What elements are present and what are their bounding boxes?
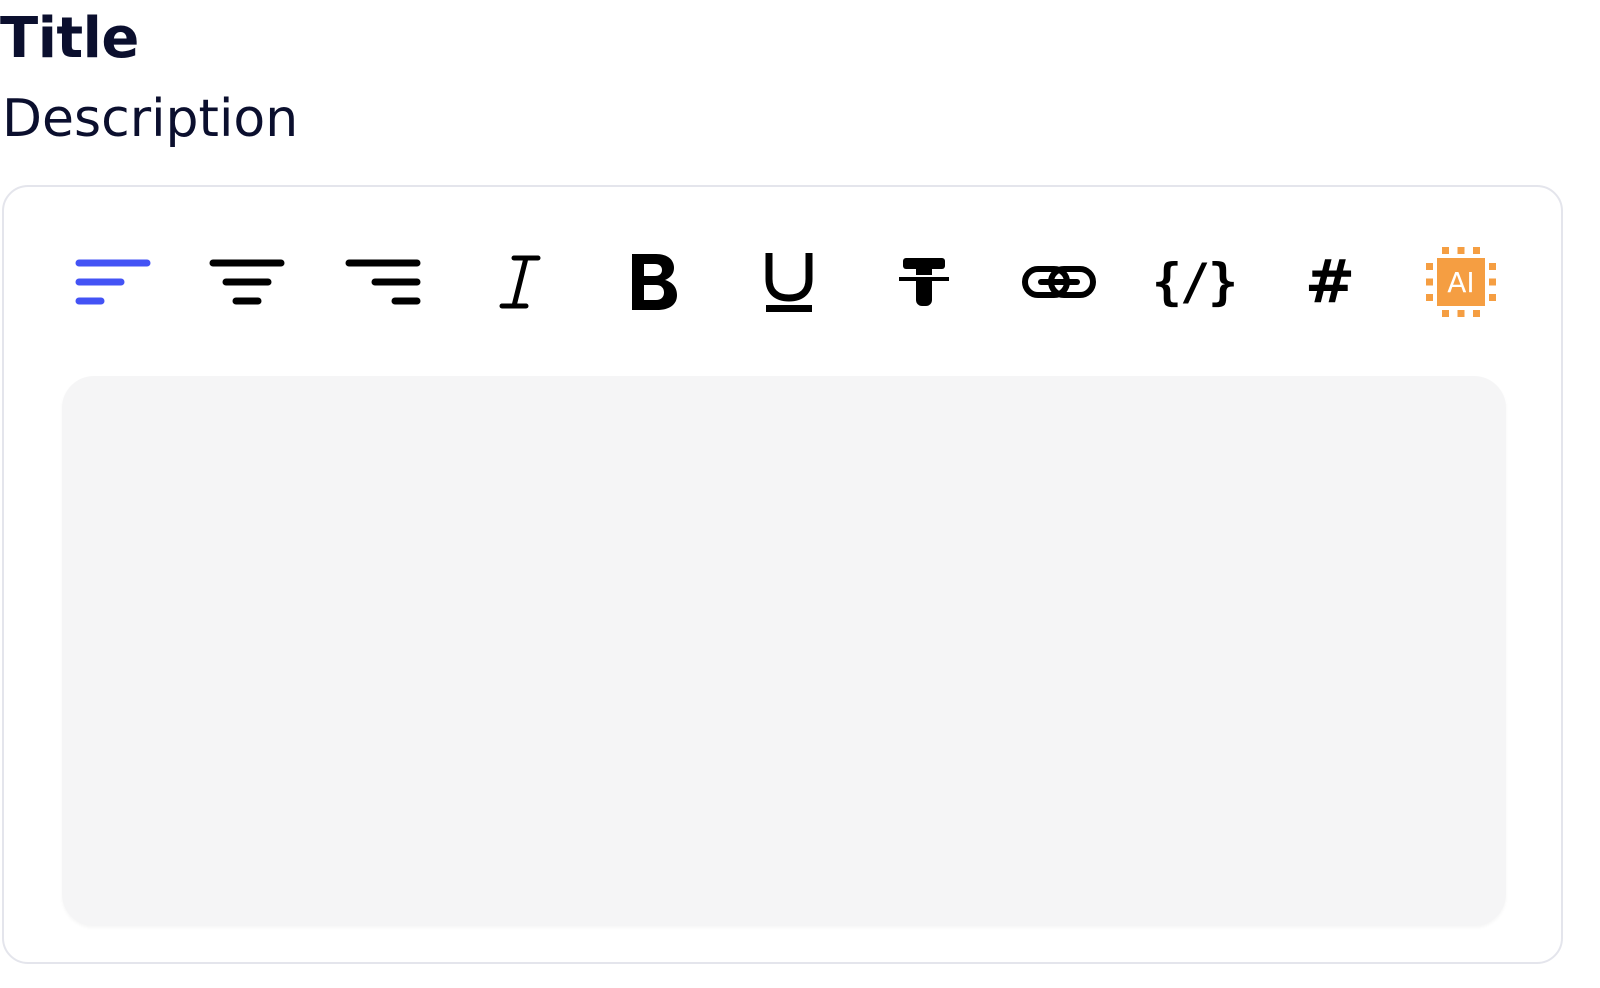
bold-button[interactable] bbox=[611, 239, 697, 325]
heading-button[interactable]: # bbox=[1287, 239, 1373, 325]
underline-icon bbox=[765, 253, 813, 312]
align-center-button[interactable] bbox=[204, 239, 290, 325]
bold-icon bbox=[632, 254, 677, 310]
rich-text-editor: {/} # AI bbox=[2, 185, 1563, 964]
align-left-button[interactable] bbox=[70, 239, 156, 325]
code-icon: {/} bbox=[1151, 253, 1238, 311]
ai-chip-icon: AI bbox=[1426, 247, 1496, 317]
align-center-icon bbox=[209, 259, 285, 305]
editor-content bbox=[62, 376, 1506, 424]
editor-text-area[interactable] bbox=[62, 376, 1506, 926]
align-right-button[interactable] bbox=[340, 239, 426, 325]
align-left-icon bbox=[75, 259, 151, 305]
svg-text:AI: AI bbox=[1447, 266, 1474, 299]
page-title: Title bbox=[0, 6, 139, 71]
underline-button[interactable] bbox=[746, 239, 832, 325]
align-right-icon bbox=[345, 259, 421, 305]
italic-button[interactable] bbox=[477, 239, 563, 325]
link-button[interactable] bbox=[1016, 239, 1102, 325]
code-button[interactable]: {/} bbox=[1151, 239, 1238, 325]
hash-icon: # bbox=[1304, 247, 1356, 317]
link-icon bbox=[1022, 266, 1096, 298]
page-description: Description bbox=[2, 89, 299, 149]
italic-icon bbox=[499, 255, 541, 309]
strikethrough-icon bbox=[899, 258, 949, 306]
formatting-toolbar: {/} # AI bbox=[4, 187, 1561, 377]
ai-button[interactable]: AI bbox=[1418, 239, 1504, 325]
strikethrough-button[interactable] bbox=[881, 239, 967, 325]
